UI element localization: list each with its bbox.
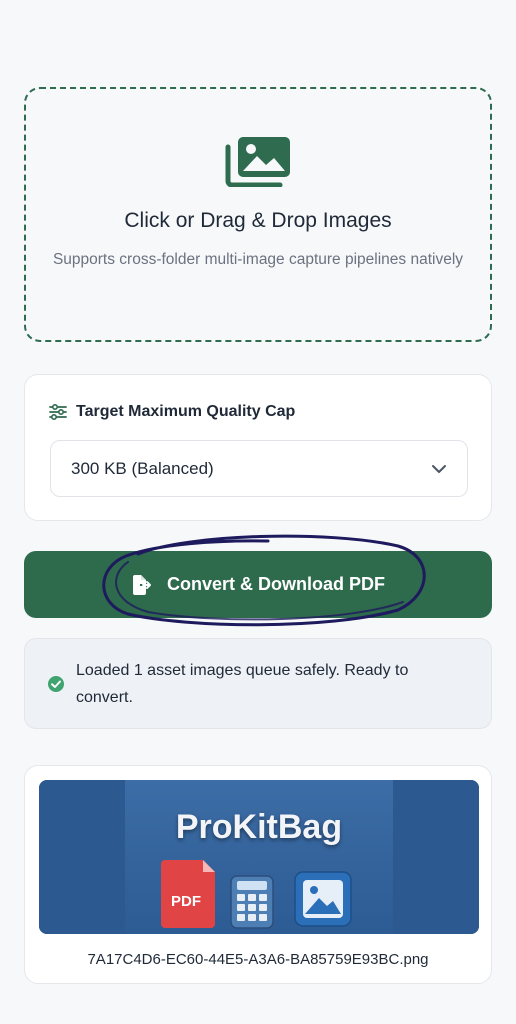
file-export-icon [132, 574, 151, 595]
calculator-icon [230, 875, 274, 929]
thumbnail-app-icons: PDF [161, 860, 352, 929]
thumbnail-brand-text: ProKitBag [175, 808, 343, 846]
quality-label-row: Target Maximum Quality Cap [49, 403, 295, 421]
svg-text:PDF: PDF [171, 893, 201, 910]
image-file-icon [294, 871, 352, 927]
chevron-down-icon [432, 464, 446, 473]
quality-settings-card: Target Maximum Quality Cap 300 KB (Balan… [24, 374, 492, 521]
sliders-icon [49, 404, 67, 420]
convert-download-button[interactable]: Convert & Download PDF [24, 551, 492, 618]
image-filename: 7A17C4D6-EC60-44E5-A3A6-BA85759E93BC.png [87, 951, 429, 968]
images-icon [225, 137, 290, 187]
status-message: Loaded 1 asset images queue safely. Read… [24, 638, 492, 729]
quality-select-value: 300 KB (Balanced) [71, 458, 214, 478]
pdf-file-icon: PDF [161, 860, 215, 928]
quality-label: Target Maximum Quality Cap [76, 403, 296, 420]
image-dropzone[interactable]: Click or Drag & Drop Images Supports cro… [24, 87, 492, 342]
image-thumbnail[interactable]: ProKitBag PDF [39, 780, 479, 934]
status-text: Loaded 1 asset images queue safely. Read… [76, 661, 409, 706]
check-circle-icon [48, 676, 64, 692]
dropzone-subtitle: Supports cross-folder multi-image captur… [52, 251, 464, 268]
convert-button-label: Convert & Download PDF [166, 574, 385, 594]
image-preview-card: ProKitBag PDF 7A17C4D6-EC60-44E5-A3A6-BA… [24, 765, 492, 984]
quality-select[interactable]: 300 KB (Balanced) [50, 440, 468, 497]
dropzone-title: Click or Drag & Drop Images [124, 209, 392, 232]
